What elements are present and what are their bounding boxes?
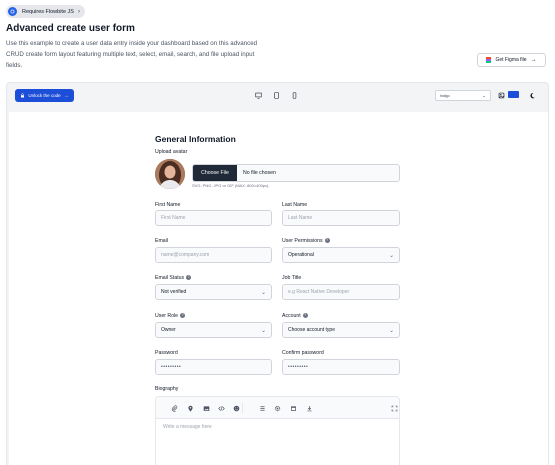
get-figma-file-button[interactable]: Get Figma file → xyxy=(477,53,546,67)
email-status-value: Not verified xyxy=(161,289,187,295)
password-label: Password xyxy=(155,350,178,356)
arrow-right-icon: → xyxy=(530,57,537,63)
page-description: Use this example to create a user data e… xyxy=(6,40,258,69)
help-icon[interactable]: ? xyxy=(186,275,192,281)
palette-icon[interactable] xyxy=(497,91,505,99)
biography-label: Biography xyxy=(155,386,179,392)
user-permissions-label-text: User Permissions xyxy=(282,238,323,244)
unlock-code-button[interactable]: Unlock the code → xyxy=(15,89,74,102)
settings-icon[interactable] xyxy=(273,404,281,412)
job-title-placeholder: e.g React Native Developer xyxy=(288,289,350,295)
user-permissions-select[interactable]: Operational ⌄ xyxy=(282,247,400,263)
code-icon[interactable] xyxy=(217,404,225,412)
attach-icon[interactable] xyxy=(170,404,178,412)
biography-placeholder: Write a message here xyxy=(163,424,212,430)
theme-select-value: Indigo xyxy=(440,93,450,98)
confirm-password-label: Confirm password xyxy=(282,350,324,356)
image-icon[interactable] xyxy=(202,404,210,412)
fullscreen-icon[interactable] xyxy=(390,404,398,412)
figma-icon xyxy=(486,56,492,64)
toolbar-divider xyxy=(242,403,243,413)
preview-frame: Unlock the code → Indigo ⌄ General Infor… xyxy=(6,82,549,465)
biography-editor[interactable]: Write a message here xyxy=(155,396,400,465)
figma-button-label: Get Figma file xyxy=(495,57,527,63)
chevron-down-icon: ⌄ xyxy=(388,252,394,259)
email-status-label-text: Email Status xyxy=(155,275,185,281)
form-canvas: General Information Upload avatar Choose… xyxy=(9,112,548,465)
info-icon xyxy=(8,7,17,16)
lock-icon xyxy=(21,93,25,98)
mobile-view-icon[interactable] xyxy=(290,91,299,100)
job-title-input[interactable]: e.g React Native Developer xyxy=(282,284,400,300)
last-name-placeholder: Last Name xyxy=(288,215,313,221)
download-icon[interactable] xyxy=(305,404,313,412)
page-title: Advanced create user form xyxy=(6,23,135,34)
dark-mode-icon[interactable] xyxy=(528,91,536,99)
email-status-label: Email Status? xyxy=(155,275,192,281)
badge-label: Requires Flowbite JS xyxy=(22,8,74,15)
upload-avatar-label: Upload avatar xyxy=(155,149,188,155)
list-icon[interactable] xyxy=(258,404,266,412)
file-hint: SVG, PNG, JPG or GIF (MAX. 800×400px). xyxy=(192,183,270,188)
user-permissions-value: Operational xyxy=(288,252,314,258)
job-title-label: Job Title xyxy=(282,275,302,281)
chevron-down-icon: ⌄ xyxy=(482,92,486,98)
tablet-view-icon[interactable] xyxy=(272,91,281,100)
arrow-right-icon: → xyxy=(63,92,69,99)
email-label: Email xyxy=(155,238,168,244)
unlock-label: Unlock the code xyxy=(28,93,61,98)
form-title: General Information xyxy=(155,134,236,144)
help-icon[interactable]: ? xyxy=(302,313,308,319)
avatar xyxy=(155,159,185,189)
email-input[interactable]: name@company.com xyxy=(155,247,272,263)
editor-toolbar xyxy=(156,397,399,419)
last-name-label: Last Name xyxy=(282,202,308,208)
avatar-file-input[interactable]: Choose File No file chosen xyxy=(192,164,400,182)
account-label-text: Account xyxy=(282,313,301,319)
help-icon[interactable]: ? xyxy=(180,313,186,319)
confirm-password-input[interactable]: ••••••••• xyxy=(282,359,400,375)
account-value: Choose account type xyxy=(288,327,335,333)
password-input[interactable]: ••••••••• xyxy=(155,359,272,375)
chevron-down-icon: ⌄ xyxy=(260,289,266,296)
user-role-label-text: User Role xyxy=(155,313,179,319)
user-role-value: Owner xyxy=(161,327,176,333)
confirm-password-value: ••••••••• xyxy=(288,364,309,370)
theme-select[interactable]: Indigo ⌄ xyxy=(435,90,491,101)
file-status: No file chosen xyxy=(243,170,276,176)
chevron-down-icon: ⌄ xyxy=(260,327,266,334)
calendar-icon[interactable] xyxy=(289,404,297,412)
account-label: Account? xyxy=(282,313,308,319)
user-role-select[interactable]: Owner ⌄ xyxy=(155,322,272,338)
choose-file-button[interactable]: Choose File xyxy=(193,165,237,181)
user-permissions-label: User Permissions? xyxy=(282,238,330,244)
first-name-placeholder: First Name xyxy=(161,215,186,221)
email-status-select[interactable]: Not verified ⌄ xyxy=(155,284,272,300)
first-name-label: First Name xyxy=(155,202,181,208)
help-icon[interactable]: ? xyxy=(324,238,330,244)
requires-flowbite-badge[interactable]: Requires Flowbite JS › xyxy=(6,5,85,18)
account-select[interactable]: Choose account type ⌄ xyxy=(282,322,400,338)
location-icon[interactable] xyxy=(186,404,194,412)
email-placeholder: name@company.com xyxy=(161,252,210,258)
desktop-view-icon[interactable] xyxy=(254,91,263,100)
user-role-label: User Role? xyxy=(155,313,186,319)
emoji-icon[interactable] xyxy=(232,404,240,412)
color-swatch[interactable] xyxy=(508,91,519,98)
chevron-right-icon: › xyxy=(77,8,80,15)
last-name-input[interactable]: Last Name xyxy=(282,210,400,226)
chevron-down-icon: ⌄ xyxy=(388,327,394,334)
first-name-input[interactable]: First Name xyxy=(155,210,272,226)
password-value: ••••••••• xyxy=(161,364,182,370)
